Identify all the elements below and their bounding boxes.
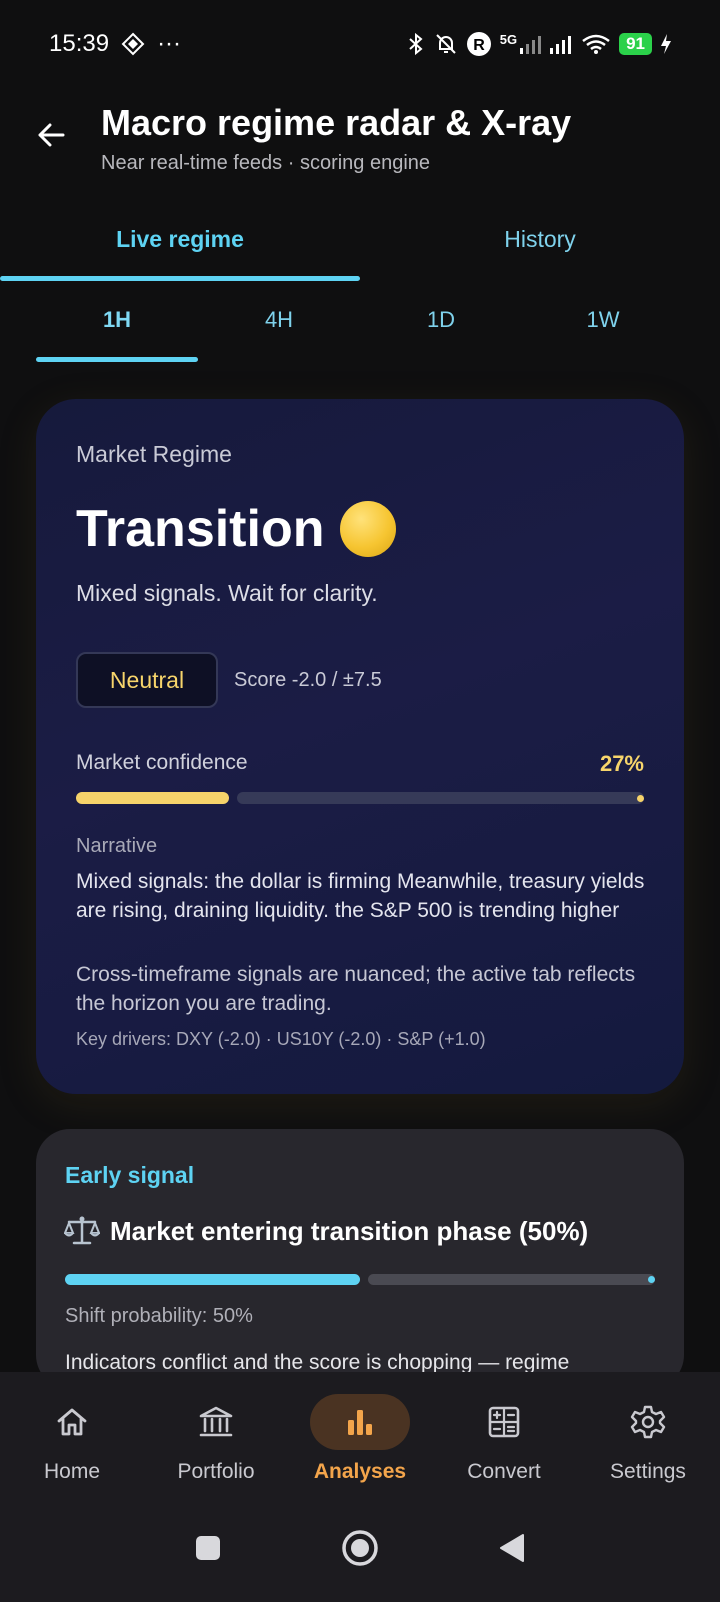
- recents-button[interactable]: [186, 1526, 230, 1570]
- page-title: Macro regime radar & X-ray: [101, 102, 572, 143]
- gear-icon: [630, 1405, 666, 1439]
- timeframe-indicator: [36, 357, 198, 362]
- regime-name-row: Transition: [76, 499, 397, 559]
- shift-probability-bar: [65, 1274, 655, 1285]
- nav-analyses[interactable]: Analyses: [288, 1372, 432, 1496]
- regime-description: Mixed signals. Wait for clarity.: [76, 580, 378, 606]
- circle-icon: [342, 1530, 378, 1566]
- nav-settings-icon-wrap: [598, 1394, 698, 1450]
- status-time: 15:39: [49, 30, 110, 57]
- signal-icon-2: [550, 36, 572, 54]
- bottom-nav: Home Portfolio Analyses Convert Settings: [0, 1372, 720, 1496]
- tab-1h[interactable]: 1H: [36, 295, 198, 365]
- stance-badge: Neutral: [76, 652, 218, 708]
- tab-history[interactable]: History: [360, 212, 720, 282]
- main-tabs: Live regime History: [0, 212, 720, 282]
- r-badge-icon: R: [466, 32, 491, 56]
- bar-chart-icon: [348, 1410, 372, 1435]
- status-left: 15:39 ···: [49, 30, 181, 58]
- nav-portfolio[interactable]: Portfolio: [144, 1372, 288, 1496]
- app-header: Macro regime radar & X-ray Near real-tim…: [0, 96, 720, 186]
- tab-1d[interactable]: 1D: [360, 295, 522, 365]
- wifi-icon: [582, 34, 610, 54]
- confidence-value: 27%: [599, 751, 644, 776]
- nav-analyses-icon-wrap: [310, 1394, 410, 1450]
- timeframe-tabs: 1H 4H 1D 1W: [36, 295, 684, 365]
- regime-name: Transition: [76, 500, 325, 558]
- tab-1w[interactable]: 1W: [522, 295, 684, 365]
- calculator-icon: [488, 1406, 520, 1438]
- stance-row: Neutral Score -2.0 / ±7.5: [76, 652, 382, 708]
- regime-card-label: Market Regime: [76, 441, 232, 467]
- early-signal-title-row: Market entering transition phase (50%): [64, 1215, 588, 1247]
- confidence-bar: [76, 792, 644, 804]
- bell-off-icon: [436, 34, 456, 54]
- shift-bar-fill: [65, 1274, 360, 1285]
- main-tab-indicator: [0, 276, 360, 281]
- back-button[interactable]: [30, 114, 72, 156]
- nav-home-icon-wrap: [22, 1394, 122, 1450]
- square-icon: [196, 1536, 220, 1560]
- system-nav-bar: [0, 1496, 720, 1602]
- early-signal-card: Early signal Market entering transition …: [36, 1129, 684, 1389]
- confidence-bar-end: [637, 795, 644, 802]
- home-icon: [57, 1408, 87, 1436]
- nav-convert-icon-wrap: [454, 1394, 554, 1450]
- confidence-bar-track: [237, 792, 644, 804]
- nav-home[interactable]: Home: [0, 1372, 144, 1496]
- nav-convert-label: Convert: [467, 1460, 541, 1483]
- shift-probability-label: Shift probability: 50%: [65, 1305, 253, 1327]
- nav-analyses-label: Analyses: [313, 1460, 407, 1483]
- shift-bar-track: [368, 1274, 655, 1285]
- score-text: Score -2.0 / ±7.5: [234, 668, 382, 691]
- status-more: ···: [157, 30, 182, 57]
- bluetooth-icon: [409, 32, 423, 56]
- nav-settings[interactable]: Settings: [576, 1372, 720, 1496]
- narrative-text: Mixed signals: the dollar is firming Mea…: [76, 870, 645, 922]
- nav-home-label: Home: [43, 1460, 101, 1483]
- regime-card: Market Regime Transition Mixed signals. …: [36, 399, 684, 1094]
- narrative-note: Cross-timeframe signals are nuanced; the…: [76, 963, 636, 1015]
- early-signal-label: Early signal: [65, 1162, 195, 1188]
- status-bar: 15:39 ··· R 5G 91: [0, 0, 720, 88]
- nav-settings-label: Settings: [610, 1460, 686, 1483]
- tab-live-regime[interactable]: Live regime: [0, 212, 360, 282]
- shift-bar-end: [648, 1276, 655, 1283]
- balance-scale-icon: [64, 1216, 100, 1245]
- back-nav-button[interactable]: [490, 1526, 534, 1570]
- diamond-icon: [121, 32, 145, 56]
- triangle-back-icon: [500, 1534, 524, 1562]
- charging-icon: [661, 34, 671, 54]
- signal-icon: [520, 36, 542, 54]
- arrow-left-icon: [38, 123, 65, 147]
- nav-portfolio-icon-wrap: [166, 1394, 266, 1450]
- early-signal-title: Market entering transition phase (50%): [110, 1215, 589, 1246]
- status-right: R 5G 91: [406, 31, 672, 57]
- yellow-circle-icon: [340, 501, 397, 557]
- bank-icon: [199, 1406, 233, 1437]
- confidence-bar-fill: [76, 792, 229, 804]
- network-label: 5G: [499, 31, 518, 47]
- nav-convert[interactable]: Convert: [432, 1372, 576, 1496]
- confidence-label: Market confidence: [76, 751, 248, 774]
- nav-portfolio-label: Portfolio: [177, 1460, 255, 1483]
- narrative-label: Narrative: [76, 835, 158, 857]
- svg-text:R: R: [473, 37, 485, 54]
- page-subtitle: Near real-time feeds · scoring engine: [101, 152, 431, 174]
- tab-4h[interactable]: 4H: [198, 295, 360, 365]
- battery-indicator: 91: [619, 33, 652, 55]
- home-button[interactable]: [338, 1526, 382, 1570]
- key-drivers: Key drivers: DXY (-2.0) · US10Y (-2.0) ·…: [76, 1029, 486, 1049]
